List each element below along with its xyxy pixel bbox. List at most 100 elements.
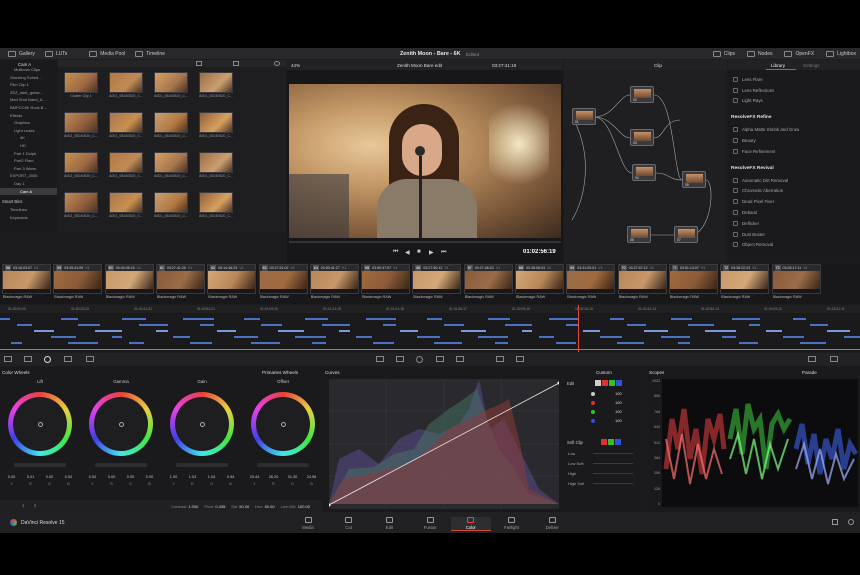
timeline-segment[interactable] <box>688 324 714 326</box>
timeline-segment[interactable] <box>644 330 668 332</box>
timeline-clip[interactable]: 64 03:50:41:27 V1 <box>309 264 359 294</box>
timeline-clip[interactable]: 62 03:14:46:23 V1 <box>207 264 257 294</box>
curves-mode[interactable]: Custom <box>596 370 612 375</box>
toolbar-gallery[interactable]: Gallery <box>8 50 35 57</box>
bin-item[interactable]: Cam A <box>0 187 57 196</box>
curve-intensity-value[interactable]: 100 <box>615 418 622 423</box>
timeline-segment[interactable] <box>827 330 850 332</box>
timeline-segment[interactable] <box>156 330 168 332</box>
swatch-blue[interactable] <box>616 380 622 386</box>
timeline-clip[interactable]: 71 03:51:13:07 V1 <box>668 264 718 294</box>
wheel-value[interactable]: 1.03 <box>189 475 196 479</box>
wheel-center-handle[interactable] <box>281 422 286 427</box>
clip-thumbnail[interactable] <box>154 192 188 213</box>
stop-icon[interactable]: ■ <box>417 249 421 255</box>
timeline-segment[interactable] <box>732 318 760 320</box>
timeline-segment[interactable] <box>522 330 532 332</box>
bin-item[interactable]: Shooting Sched... <box>0 74 57 82</box>
clip-thumbnail[interactable] <box>64 152 98 173</box>
wheel-value[interactable]: 1.00 <box>170 475 177 479</box>
curves-tool-icon[interactable] <box>376 356 384 362</box>
softclip-blue[interactable] <box>615 439 621 445</box>
timeline-segment[interactable] <box>800 342 826 344</box>
clip-thumbnail[interactable] <box>199 192 233 213</box>
info-icon[interactable] <box>830 356 838 362</box>
timeline-segment[interactable] <box>261 324 282 326</box>
bin-item[interactable]: Day 1 <box>0 180 57 188</box>
timeline-segment[interactable] <box>61 318 78 320</box>
timeline-segment[interactable] <box>549 318 578 320</box>
timeline-segment[interactable] <box>139 324 168 326</box>
timeline-segment[interactable] <box>183 318 214 320</box>
color-match-icon[interactable] <box>24 356 32 362</box>
color-wheel[interactable] <box>170 392 234 456</box>
adjustment-pivot[interactable]: Pivot 0.435 <box>204 504 225 509</box>
jump-start-icon[interactable]: ⏮ <box>393 249 398 256</box>
timeline-clip[interactable]: 65 03:50:47:07 V1 <box>361 264 411 294</box>
timeline-segment[interactable] <box>34 330 54 332</box>
color-node[interactable]: 06 <box>627 226 651 243</box>
wheel-value[interactable]: 24.96 <box>307 475 317 479</box>
timeline-clip[interactable]: 69 03:31:00:01 V1 <box>566 264 616 294</box>
timeline-segment[interactable] <box>722 336 736 338</box>
wheel-value[interactable]: 31.30 <box>288 475 298 479</box>
master-wheel-slider[interactable] <box>95 463 147 467</box>
color-node[interactable]: 02 <box>630 86 654 103</box>
bin-item[interactable]: Graphics <box>0 119 57 127</box>
clip-thumbnail[interactable] <box>154 152 188 173</box>
clip-thumbnail[interactable] <box>109 112 143 133</box>
timeline-clip[interactable]: 67 03:27:48:23 V1 <box>463 264 513 294</box>
node-editor[interactable]: Clip 01 02 03 04 05 06 07 <box>564 60 727 263</box>
library-effect-item[interactable]: Dead Pixel Fixer <box>728 196 860 207</box>
wheel-value[interactable]: 0.00 <box>108 475 115 479</box>
timeline-clip[interactable]: 70 03:27:57:12 V1 <box>617 264 667 294</box>
timeline-segment[interactable] <box>356 336 372 338</box>
curve-intensity-value[interactable]: 100 <box>615 400 622 405</box>
timeline-segment[interactable] <box>339 330 350 332</box>
scopes-tool-icon[interactable] <box>808 356 816 362</box>
timeline-segment[interactable] <box>766 330 782 332</box>
bin-item[interactable]: HD <box>0 142 57 150</box>
timeline-segment[interactable] <box>678 342 690 344</box>
timeline-segment[interactable] <box>11 342 22 344</box>
timeline-segment[interactable] <box>783 336 804 338</box>
wheel-lift[interactable]: Lift 0.00 0.01 0.00 0.00 Y R G B <box>0 379 80 494</box>
timeline-segment[interactable] <box>251 342 280 344</box>
playhead[interactable] <box>578 305 579 352</box>
color-node[interactable]: 03 <box>630 129 654 146</box>
clip-thumbnail[interactable] <box>109 192 143 213</box>
bin-item[interactable]: Part 3 Warm <box>0 165 57 173</box>
search-icon[interactable] <box>274 61 280 66</box>
wheel-gamma[interactable]: Gamma 0.00 0.00 0.00 0.00 Y R G B <box>81 379 161 494</box>
timeline-segment[interactable] <box>112 336 122 338</box>
color-node[interactable]: 05 <box>682 171 706 188</box>
clip-thumbnail[interactable] <box>154 72 188 93</box>
library-effect-item[interactable]: Object Removal <box>728 240 860 251</box>
timeline-segment[interactable] <box>434 342 462 344</box>
timeline-segment[interactable] <box>478 336 508 338</box>
clip-thumbnail[interactable] <box>199 152 233 173</box>
library-effect-item[interactable]: Automatic Dirt Removal <box>728 175 860 186</box>
timeline-segment[interactable] <box>129 342 144 344</box>
bin-item[interactable]: EXPORT_2006 <box>0 172 57 180</box>
toolbar-nodes[interactable]: Nodes <box>747 50 772 57</box>
clip-thumbnail[interactable] <box>109 72 143 93</box>
wheel-gain[interactable]: Gain 1.00 1.03 1.04 0.94 Y R G B <box>162 379 242 494</box>
library-section-title[interactable]: ResolveFX Revival <box>728 163 860 175</box>
tab-settings[interactable]: Settings <box>803 63 820 68</box>
toolbar-clips[interactable]: Clips <box>712 50 735 57</box>
timeline-segment[interactable] <box>278 330 304 332</box>
clip-thumbnail[interactable] <box>109 152 143 173</box>
smart-bin-item[interactable]: Timelines <box>0 206 57 214</box>
wheel-value[interactable]: 0.00 <box>89 475 96 479</box>
color-wheel[interactable] <box>8 392 72 456</box>
library-effect-item[interactable]: Lens Flare <box>728 74 860 85</box>
page-fusion[interactable]: Fusion <box>410 517 450 530</box>
timeline-segment[interactable] <box>78 324 100 326</box>
curve-intensity-value[interactable]: 100 <box>615 391 622 396</box>
library-effect-item[interactable]: Deflicker <box>728 218 860 229</box>
timeline-segment[interactable] <box>322 324 350 326</box>
timeline-clip[interactable]: 61 03:27:41:20 V1 <box>155 264 205 294</box>
timeline-segment[interactable] <box>810 324 828 326</box>
library-effect-item[interactable]: Light Rays <box>728 96 860 107</box>
